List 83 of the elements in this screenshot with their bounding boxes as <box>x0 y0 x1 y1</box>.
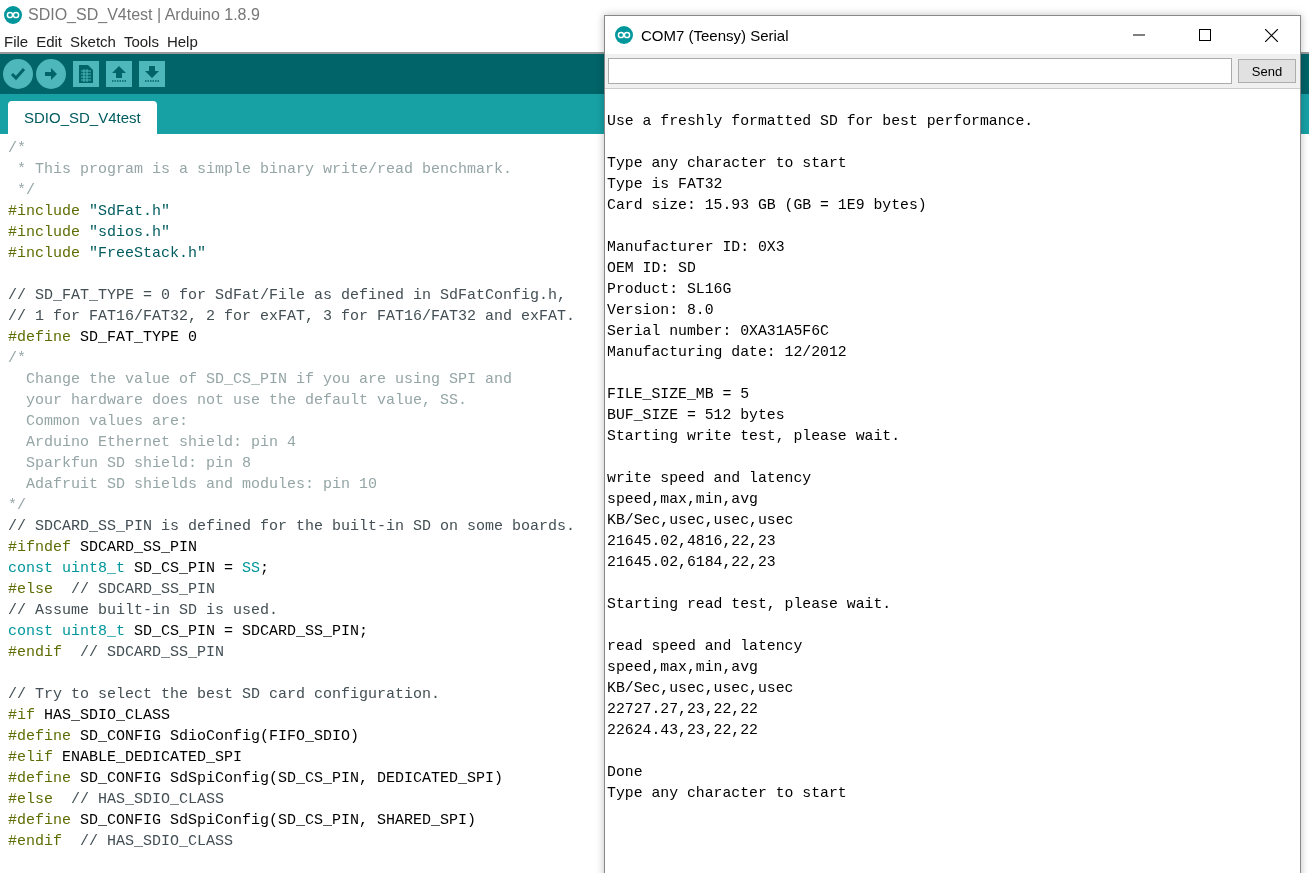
output-line: Serial number: 0XA31A5F6C <box>607 322 829 341</box>
code-line: /* <box>8 349 26 369</box>
output-line: 21645.02,4816,22,23 <box>607 532 776 551</box>
send-button[interactable]: Send <box>1238 59 1296 83</box>
app-logo-icon <box>615 26 633 44</box>
output-line: Manufacturer ID: 0X3 <box>607 238 785 257</box>
code-line: #define SD_FAT_TYPE 0 <box>8 328 198 348</box>
verify-button[interactable] <box>3 59 33 89</box>
minimize-icon <box>1133 34 1145 36</box>
code-line: your hardware does not use the default value, SS. <box>25 391 468 411</box>
window-title: COM7 (Teensy) Serial <box>641 26 790 44</box>
down-arrow-icon <box>144 65 160 83</box>
code-line: #else // HAS_SDIO_CLASS <box>8 790 225 810</box>
code-line: const uint8_t SD_CS_PIN = SS; <box>8 559 270 579</box>
upload-button[interactable] <box>36 59 66 89</box>
output-line: write speed and latency <box>607 469 812 488</box>
code-line: #define SD_CONFIG SdioConfig(FIFO_SDIO) <box>8 727 360 747</box>
output-line: Version: 8.0 <box>607 301 714 320</box>
new-sketch-button[interactable] <box>73 61 99 87</box>
code-line: #ifndef SDCARD_SS_PIN <box>8 538 198 558</box>
code-line: // SDCARD_SS_PIN is defined for the built-in SD on some boards. <box>8 517 576 537</box>
code-line: * This program is a simple binary write/read benchmark. <box>16 160 513 180</box>
output-line: Type any character to start <box>607 154 847 173</box>
output-line: 21645.02,6184,22,23 <box>607 553 776 572</box>
menu-item[interactable]: File <box>4 32 29 50</box>
code-line: // Try to select the best SD card configuration. <box>8 685 441 705</box>
code-line: Arduino Ethernet shield: pin 4 <box>25 433 297 453</box>
output-line: speed,max,min,avg <box>607 658 758 677</box>
output-line: Product: SL16G <box>607 280 732 299</box>
output-line: Card size: 15.93 GB (GB = 1E9 bytes) <box>607 196 927 215</box>
output-line: Starting read test, please wait. <box>607 595 892 614</box>
output-line: KB/Sec,usec,usec,usec <box>607 679 794 698</box>
output-line: read speed and latency <box>607 637 803 656</box>
output-line: Done <box>607 763 643 782</box>
open-button[interactable] <box>106 61 132 87</box>
output-line: 22727.27,23,22,22 <box>607 700 758 719</box>
code-line: #else // SDCARD_SS_PIN <box>8 580 216 600</box>
code-line: // 1 for FAT16/FAT32, 2 for exFAT, 3 for FAT16/FAT32 and exFAT. <box>8 307 576 327</box>
output-line: Type is FAT32 <box>607 175 723 194</box>
window-title: SDIO_SD_V4test | Arduino 1.8.9 <box>28 6 260 24</box>
code-line: #define SD_CONFIG SdSpiConfig(SD_CS_PIN, SHARED_SPI) <box>8 811 477 831</box>
right-arrow-icon <box>44 67 58 81</box>
output-line: OEM ID: SD <box>607 259 696 278</box>
output-line: Starting write test, please wait. <box>607 427 901 446</box>
code-line: #endif // SDCARD_SS_PIN <box>8 643 225 663</box>
code-line: Change the value of SD_CS_PIN if you are using SPI and <box>25 370 513 390</box>
maximize-icon <box>1199 29 1211 41</box>
close-icon <box>1264 28 1278 42</box>
save-button[interactable] <box>139 61 165 87</box>
menu-item[interactable]: Tools <box>123 32 159 50</box>
code-line: #if HAS_SDIO_CLASS <box>8 706 171 726</box>
app-logo-icon <box>4 6 22 24</box>
output-line: Manufacturing date: 12/2012 <box>607 343 847 362</box>
editor-tab[interactable]: SDIO_SD_V4test <box>8 101 157 134</box>
code-line: #define SD_CONFIG SdSpiConfig(SD_CS_PIN, DEDICATED_SPI) <box>8 769 504 789</box>
code-line: Adafruit SD shields and modules: pin 10 <box>25 475 378 495</box>
output-line: BUF_SIZE = 512 bytes <box>607 406 785 425</box>
menu-item[interactable]: Sketch <box>70 32 116 50</box>
output-line: speed,max,min,avg <box>607 490 758 509</box>
code-line: // Assume built-in SD is used. <box>8 601 279 621</box>
code-line: #include "sdios.h" <box>8 223 171 243</box>
code-line: #elif ENABLE_DEDICATED_SPI <box>8 748 243 768</box>
output-line: 22624.43,23,22,22 <box>607 721 758 740</box>
code-line: /* <box>8 139 26 159</box>
code-line: Common values are: <box>25 412 189 432</box>
code-line: */ <box>16 181 35 201</box>
output-line: KB/Sec,usec,usec,usec <box>607 511 794 530</box>
output-line: Use a freshly formatted SD for best performance. <box>607 112 1034 131</box>
up-arrow-icon <box>111 65 127 83</box>
menu-item[interactable]: Edit <box>36 32 63 50</box>
code-line: Sparkfun SD shield: pin 8 <box>25 454 252 474</box>
code-line: #include "SdFat.h" <box>8 202 171 222</box>
document-icon <box>79 65 93 83</box>
code-line: #endif // HAS_SDIO_CLASS <box>8 832 234 852</box>
code-line: // SD_FAT_TYPE = 0 for SdFat/File as defined in SdFatConfig.h, <box>8 286 567 306</box>
code-line: const uint8_t SD_CS_PIN = SDCARD_SS_PIN; <box>8 622 369 642</box>
serial-input-field[interactable] <box>608 58 1232 84</box>
output-line: Type any character to start <box>607 784 847 803</box>
output-line: FILE_SIZE_MB = 5 <box>607 385 750 404</box>
checkmark-icon <box>10 67 26 81</box>
code-line: #include "FreeStack.h" <box>8 244 207 264</box>
menu-item[interactable]: Help <box>166 32 198 50</box>
code-line: */ <box>8 496 26 516</box>
